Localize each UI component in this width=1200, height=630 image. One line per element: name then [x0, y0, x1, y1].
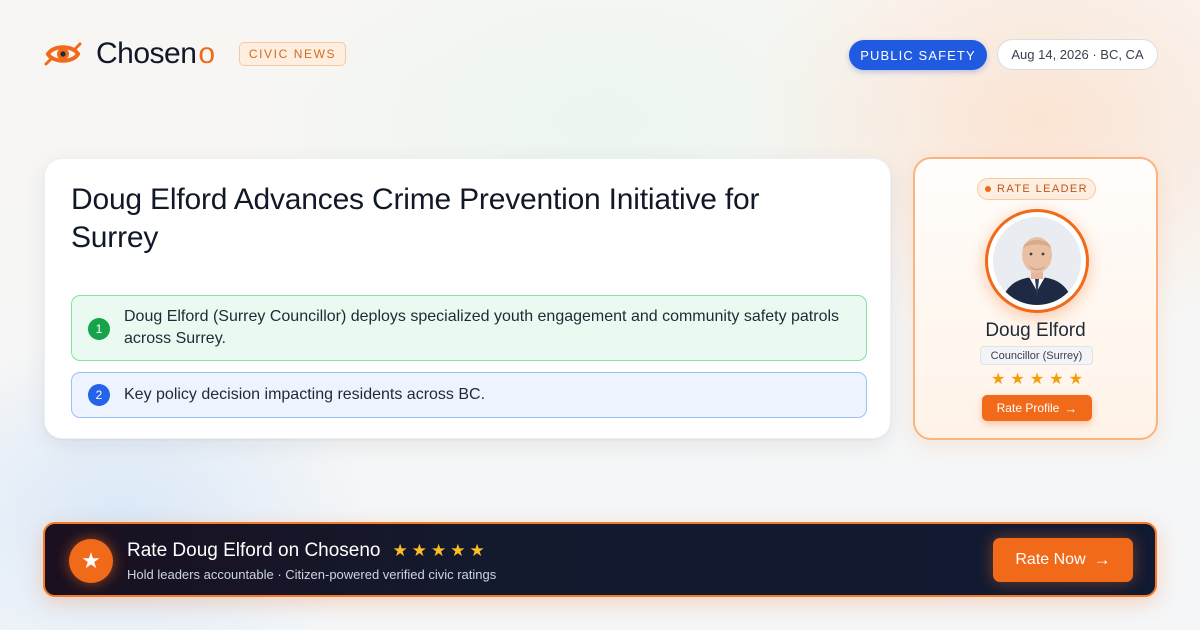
eye-logo-icon [44, 42, 82, 66]
rate-profile-button[interactable]: Rate Profile → [982, 395, 1092, 421]
leader-name: Doug Elford [985, 320, 1086, 341]
banner-title: Rate Doug Elford on Choseno ★★★★★ [127, 540, 489, 562]
banner-subtitle: Hold leaders accountable · Citizen-power… [127, 567, 497, 582]
point-number-badge: 2 [88, 384, 110, 406]
star-rating[interactable]: ★ ★ ★ ★ ★ [991, 371, 1083, 389]
rate-cta-banner: ★ Rate Doug Elford on Choseno ★★★★★ Hold… [43, 522, 1157, 597]
topic-pill[interactable]: PUBLIC SAFETY [849, 40, 987, 70]
star-icon: ★ [1029, 371, 1045, 388]
article-headline: Doug Elford Advances Crime Prevention In… [71, 183, 760, 254]
category-tag: CIVIC NEWS [239, 42, 346, 66]
point-text: Doug Elford (Surrey Councillor) deploys … [124, 308, 840, 347]
leader-profile-card: RATE LEADER Doug Elford Councillor (Surr… [913, 157, 1158, 440]
rate-leader-badge: RATE LEADER [977, 178, 1096, 200]
leader-role-badge: Councillor (Surrey) [980, 346, 1093, 365]
brand-name: Choseno [96, 37, 215, 70]
dot-icon [985, 186, 991, 192]
banner-title-text: Rate Doug Elford on Choseno [127, 540, 381, 561]
star-icon: ★ [991, 371, 1006, 388]
star-icon: ★ [1049, 371, 1064, 388]
article-card: Doug Elford Advances Crime Prevention In… [44, 158, 891, 439]
arrow-right-icon: → [1064, 400, 1078, 416]
banner-stars: ★★★★★ [392, 541, 489, 560]
star-icon: ★ [69, 539, 113, 583]
person-portrait-icon [993, 217, 1081, 305]
avatar-ring[interactable] [985, 209, 1089, 313]
point-text: Key policy decision impacting residents … [124, 386, 486, 403]
key-point-2: 2 Key policy decision impacting resident… [71, 372, 867, 418]
dateline-pill: Aug 14, 2026 · BC, CA [997, 39, 1158, 70]
point-number-badge: 1 [88, 318, 110, 340]
rate-now-button[interactable]: Rate Now → [993, 538, 1133, 582]
rate-profile-label: Rate Profile [996, 401, 1060, 415]
avatar [993, 217, 1081, 305]
star-icon: ★ [1010, 371, 1025, 388]
key-point-1: 1 Doug Elford (Surrey Councillor) deploy… [71, 295, 867, 361]
star-icon: ★ [1068, 371, 1083, 388]
rate-leader-label: RATE LEADER [997, 183, 1088, 195]
brand-name-accent: o [198, 37, 215, 70]
arrow-right-icon: → [1093, 550, 1111, 569]
brand[interactable]: Choseno [44, 36, 215, 72]
rate-now-label: Rate Now [1015, 551, 1086, 568]
